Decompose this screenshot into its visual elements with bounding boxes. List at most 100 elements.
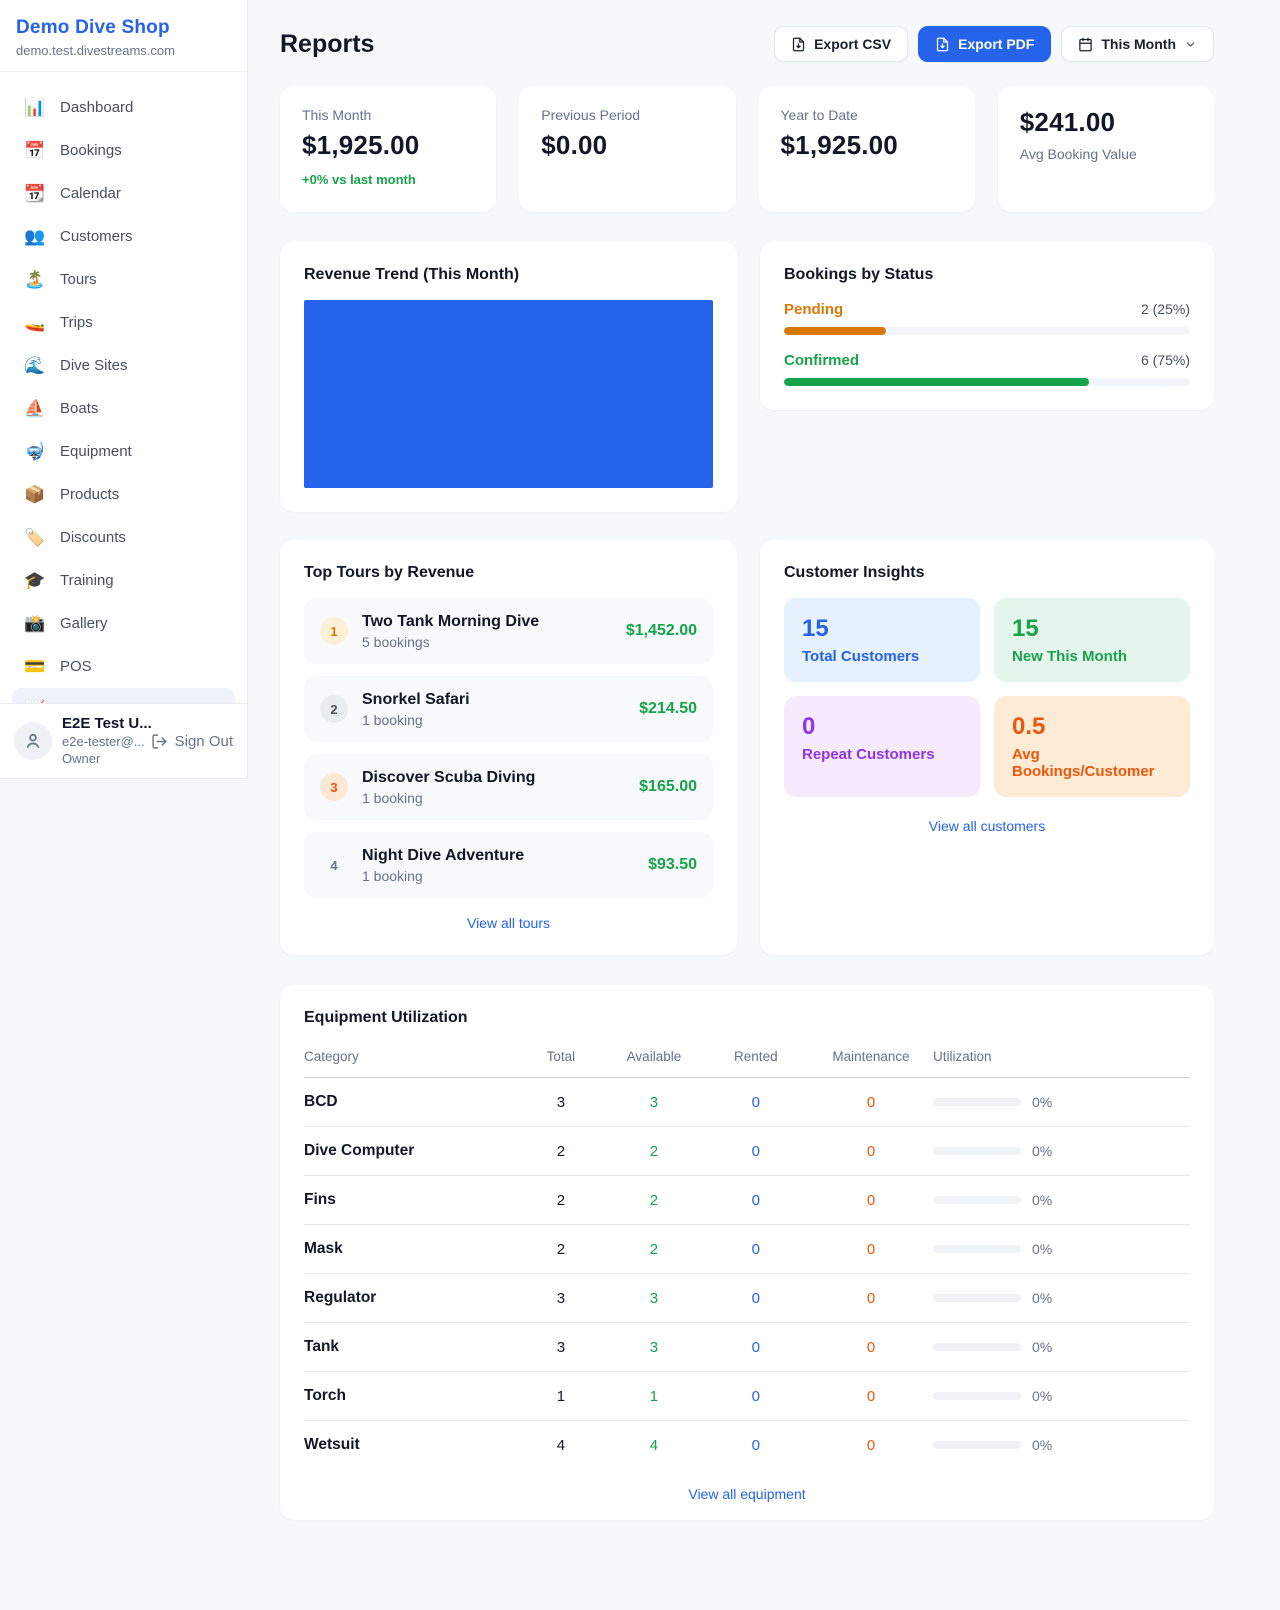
insight-label: New This Month [1012,648,1172,665]
sidebar-item-discounts[interactable]: 🏷️ Discounts [12,516,235,559]
equipment-total: 4 [517,1421,606,1470]
sidebar-item-label: Customers [60,228,133,245]
credit-card-icon: 💳 [24,658,46,675]
equipment-category: Fins [304,1176,517,1225]
sidebar-item-products[interactable]: 📦 Products [12,473,235,516]
sidebar-item-dive-sites[interactable]: 🌊 Dive Sites [12,344,235,387]
sidebar-item-trips[interactable]: 🚤 Trips [12,301,235,344]
sidebar-item-gallery[interactable]: 📸 Gallery [12,602,235,645]
rank-badge: 4 [320,851,348,879]
utilization-percent: 0% [1032,1339,1052,1355]
brand-name: Demo Dive Shop [16,17,231,39]
sidebar-item-boats[interactable]: ⛵ Boats [12,387,235,430]
equipment-rented: 0 [703,1127,809,1176]
sidebar-item-dashboard[interactable]: 📊 Dashboard [12,86,235,129]
sidebar-item-label: Training [60,572,114,589]
diving-mask-icon: 🤿 [24,443,46,460]
tour-revenue: $165.00 [639,778,697,796]
rank-badge: 2 [320,695,348,723]
sidebar-item-label: Discounts [60,529,126,546]
utilization-bar-track [933,1294,1021,1302]
equipment-rented: 0 [703,1421,809,1470]
period-select[interactable]: This Month [1061,26,1214,62]
equipment-rented: 0 [703,1323,809,1372]
equipment-total: 1 [517,1372,606,1421]
equipment-table-header-row: Category Total Available Rented Maintena… [304,1039,1190,1078]
equipment-available: 3 [605,1078,702,1127]
stat-value: $1,925.00 [302,130,474,161]
revenue-trend-card: Revenue Trend (This Month) [280,242,737,512]
utilization-cell: 0% [933,1437,1190,1453]
utilization-bar-track [933,1392,1021,1400]
view-all-equipment-link[interactable]: View all equipment [304,1486,1190,1502]
user-role: Owner [62,751,141,768]
sidebar-item-label: POS [60,658,92,675]
sidebar-item-label: Products [60,486,119,503]
stat-card-year-to-date: Year to Date $1,925.00 [759,86,975,212]
equipment-maintenance: 0 [809,1323,933,1372]
file-download-icon [791,37,806,52]
insight-label: Total Customers [802,648,962,665]
sign-out-button[interactable]: Sign Out [151,733,233,750]
customers-icon: 👥 [24,228,46,245]
equipment-available: 2 [605,1176,702,1225]
utilization-bar-track [933,1441,1021,1449]
island-icon: 🏝️ [24,271,46,288]
view-all-tours-link[interactable]: View all tours [304,915,713,931]
rank-badge: 1 [320,617,348,645]
app-root: Demo Dive Shop demo.test.divestreams.com… [0,0,1280,1560]
equipment-category: Mask [304,1225,517,1274]
main-content: Reports Export CSV Export PDF [248,0,1280,1560]
utilization-percent: 0% [1032,1094,1052,1110]
camera-icon: 📸 [24,615,46,632]
status-bar-fill [784,378,1089,386]
equipment-maintenance: 0 [809,1078,933,1127]
equipment-rented: 0 [703,1176,809,1225]
equipment-rented: 0 [703,1372,809,1421]
sidebar-item-customers[interactable]: 👥 Customers [12,215,235,258]
utilization-cell: 0% [933,1094,1190,1110]
sidebar-item-tours[interactable]: 🏝️ Tours [12,258,235,301]
utilization-bar-track [933,1147,1021,1155]
insights-row: Top Tours by Revenue 1 Two Tank Morning … [280,540,1214,955]
user-email: e2e-tester@... [62,734,141,751]
charts-row: Revenue Trend (This Month) Bookings by S… [280,242,1214,512]
customer-insights-title: Customer Insights [784,564,1190,582]
wave-icon: 🌊 [24,357,46,374]
tag-icon: 🏷️ [24,529,46,546]
sidebar-item-training[interactable]: 🎓 Training [12,559,235,602]
utilization-bar-track [933,1196,1021,1204]
col-header-total: Total [517,1039,606,1078]
sidebar-item-label: Tours [60,271,97,288]
equipment-available: 2 [605,1127,702,1176]
utilization-bar-track [933,1245,1021,1253]
sidebar-item-reports[interactable]: 📈 Reports [12,688,235,703]
utilization-bar-track [933,1098,1021,1106]
export-pdf-button[interactable]: Export PDF [918,26,1051,62]
tour-list-item: 3 Discover Scuba Diving 1 booking $165.0… [304,754,713,820]
sidebar-item-pos[interactable]: 💳 POS [12,645,235,688]
equipment-rented: 0 [703,1274,809,1323]
sidebar-item-calendar[interactable]: 📆 Calendar [12,172,235,215]
sidebar-item-bookings[interactable]: 📅 Bookings [12,129,235,172]
top-tours-card: Top Tours by Revenue 1 Two Tank Morning … [280,540,737,955]
revenue-trend-chart [304,300,713,488]
equipment-rented: 0 [703,1225,809,1274]
insight-number: 15 [1012,615,1172,643]
stat-label: This Month [302,107,474,123]
sidebar-item-label: Calendar [60,185,121,202]
insight-grid: 15 Total Customers 15 New This Month 0 R… [784,598,1190,797]
equipment-category: Regulator [304,1274,517,1323]
table-row: Torch 1 1 0 0 0% [304,1372,1190,1421]
view-all-customers-link[interactable]: View all customers [784,818,1190,834]
utilization-cell: 0% [933,1192,1190,1208]
stat-value: $1,925.00 [781,130,953,161]
insight-tile-new-this-month: 15 New This Month [994,598,1190,682]
tour-list-item: 2 Snorkel Safari 1 booking $214.50 [304,676,713,742]
sidebar-nav: 📊 Dashboard 📅 Bookings 📆 Calendar 👥 Cust… [0,72,247,703]
equipment-category: Wetsuit [304,1421,517,1470]
sidebar-item-equipment[interactable]: 🤿 Equipment [12,430,235,473]
export-csv-button[interactable]: Export CSV [774,26,908,62]
speedboat-icon: 🚤 [24,314,46,331]
tour-list-item: 1 Two Tank Morning Dive 5 bookings $1,45… [304,598,713,664]
